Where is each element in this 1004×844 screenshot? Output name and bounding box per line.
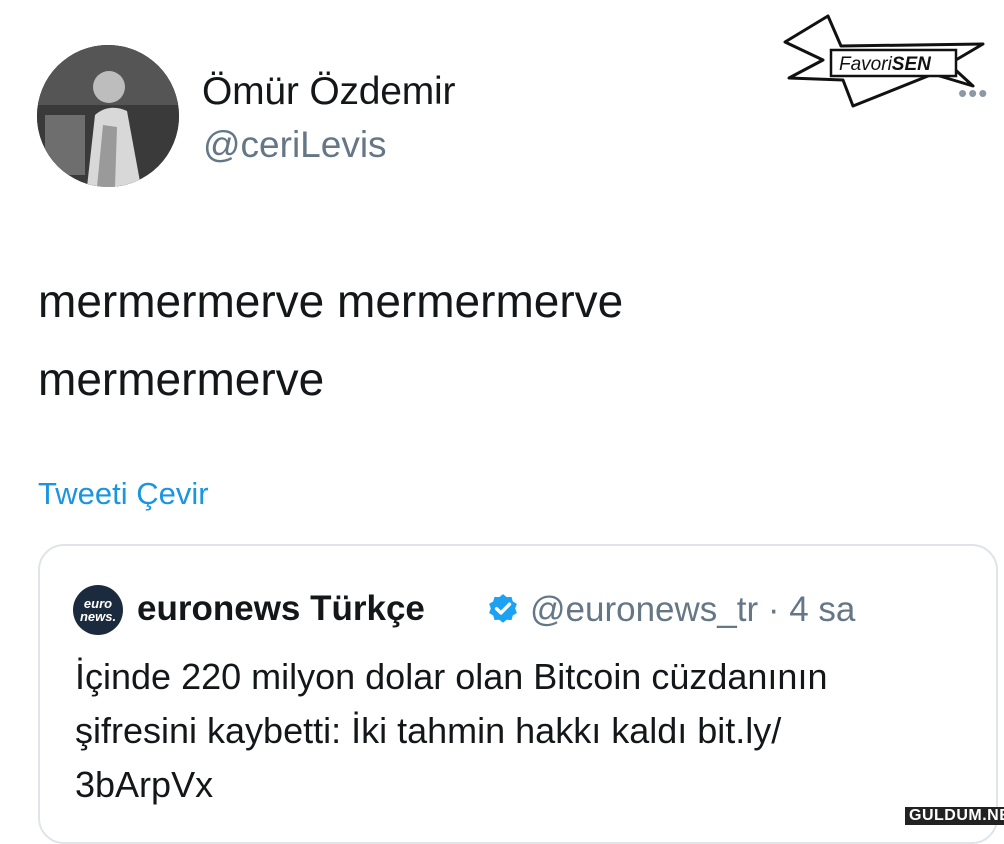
avatar[interactable] xyxy=(37,45,179,187)
author-handle[interactable]: @ceriLevis xyxy=(203,124,387,166)
avatar-photo xyxy=(37,45,179,187)
more-dots-icon[interactable]: ••• xyxy=(958,78,988,109)
quoted-tweet[interactable]: euro news. euronews Türkçe @euronews_tr … xyxy=(38,544,998,844)
site-watermark: GULDUM.NET xyxy=(905,807,1004,825)
euronews-logo: euro news. xyxy=(73,585,123,635)
translate-tweet-link[interactable]: Tweeti Çevir xyxy=(38,476,209,512)
quoted-handle-time: @euronews_tr · 4 sa xyxy=(530,590,856,629)
quoted-author-name: euronews Türkçe xyxy=(137,589,425,628)
tweet-text: mermermerve mermermerve mermermerve xyxy=(38,262,938,418)
verified-badge-icon xyxy=(489,594,517,623)
tweet-line-2: mermermerve xyxy=(38,353,325,405)
svg-text:FavoriSEN: FavoriSEN xyxy=(839,54,932,75)
author-name[interactable]: Ömür Özdemir xyxy=(202,70,455,114)
quoted-tweet-text: İçinde 220 milyon dolar olan Bitcoin cüz… xyxy=(75,656,828,805)
tweet-line-1: mermermerve mermermerve xyxy=(38,275,624,327)
